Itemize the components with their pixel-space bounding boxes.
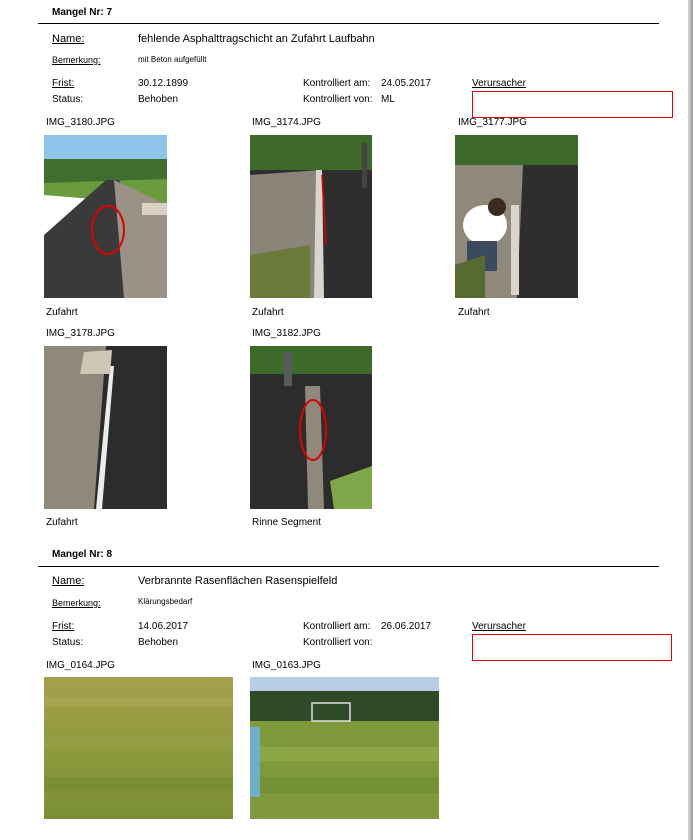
photo-img-3182 [250, 346, 372, 509]
checked-on-value: 26.06.2017 [381, 621, 432, 632]
remark-value: mit Beton aufgefüllt [138, 55, 207, 64]
page-edge [688, 0, 693, 840]
remark-value: Klärungsbedarf [138, 597, 193, 606]
checked-on-value: 24.05.2017 [381, 78, 432, 89]
cause-field [472, 91, 673, 118]
checked-on-label: Kontrolliert am: [303, 78, 371, 89]
photo-img-3177 [455, 135, 578, 298]
photo-filename: IMG_3177.JPG [458, 117, 527, 128]
deadline-value: 30.12.1899 [138, 78, 189, 89]
remark-label: Bemerkung: [52, 55, 101, 65]
name-value: Verbrannte Rasenflächen Rasenspielfeld [138, 575, 338, 587]
photo-filename: IMG_3174.JPG [252, 117, 321, 128]
status-label: Status: [52, 94, 84, 105]
photo-filename: IMG_3178.JPG [46, 328, 115, 339]
deadline-value: 14.06.2017 [138, 621, 189, 632]
photo-filename: IMG_3180.JPG [46, 117, 115, 128]
deadline-label: Frist: [52, 78, 75, 89]
deadline-label: Frist: [52, 621, 75, 632]
name-value: fehlende Asphalttragschicht an Zufahrt L… [138, 33, 375, 45]
checked-by-label: Kontrolliert von: [303, 637, 373, 648]
checked-on-label: Kontrolliert am: [303, 621, 371, 632]
photo-img-3174 [250, 135, 372, 298]
photo-filename: IMG_0164.JPG [46, 660, 115, 671]
checked-by-value: ML [381, 94, 395, 105]
defect-title: Mangel Nr: 8 [52, 549, 113, 560]
name-label: Name: [52, 575, 85, 587]
section-rule [38, 23, 659, 24]
photo-img-3180 [44, 135, 167, 298]
checked-by-label: Kontrolliert von: [303, 94, 373, 105]
section-rule [38, 566, 659, 567]
defect-title: Mangel Nr: 7 [52, 7, 113, 18]
remark-label: Bemerkung: [52, 598, 101, 608]
status-label: Status: [52, 637, 84, 648]
photo-img-0164 [44, 677, 233, 819]
cause-field [472, 634, 672, 661]
photo-img-0163 [250, 677, 439, 819]
name-label: Name: [52, 33, 85, 45]
photo-img-3178 [44, 346, 167, 509]
cause-label: Verursacher [472, 621, 526, 632]
status-value: Behoben [138, 94, 179, 105]
photo-caption: Zufahrt [46, 307, 78, 318]
photo-filename: IMG_0163.JPG [252, 660, 321, 671]
cause-label: Verursacher [472, 78, 526, 89]
photo-caption: Rinne Segment [252, 517, 321, 528]
photo-caption: Zufahrt [46, 517, 78, 528]
photo-caption: Zufahrt [458, 307, 490, 318]
status-value: Behoben [138, 637, 179, 648]
photo-caption: Zufahrt [252, 307, 284, 318]
photo-filename: IMG_3182.JPG [252, 328, 321, 339]
